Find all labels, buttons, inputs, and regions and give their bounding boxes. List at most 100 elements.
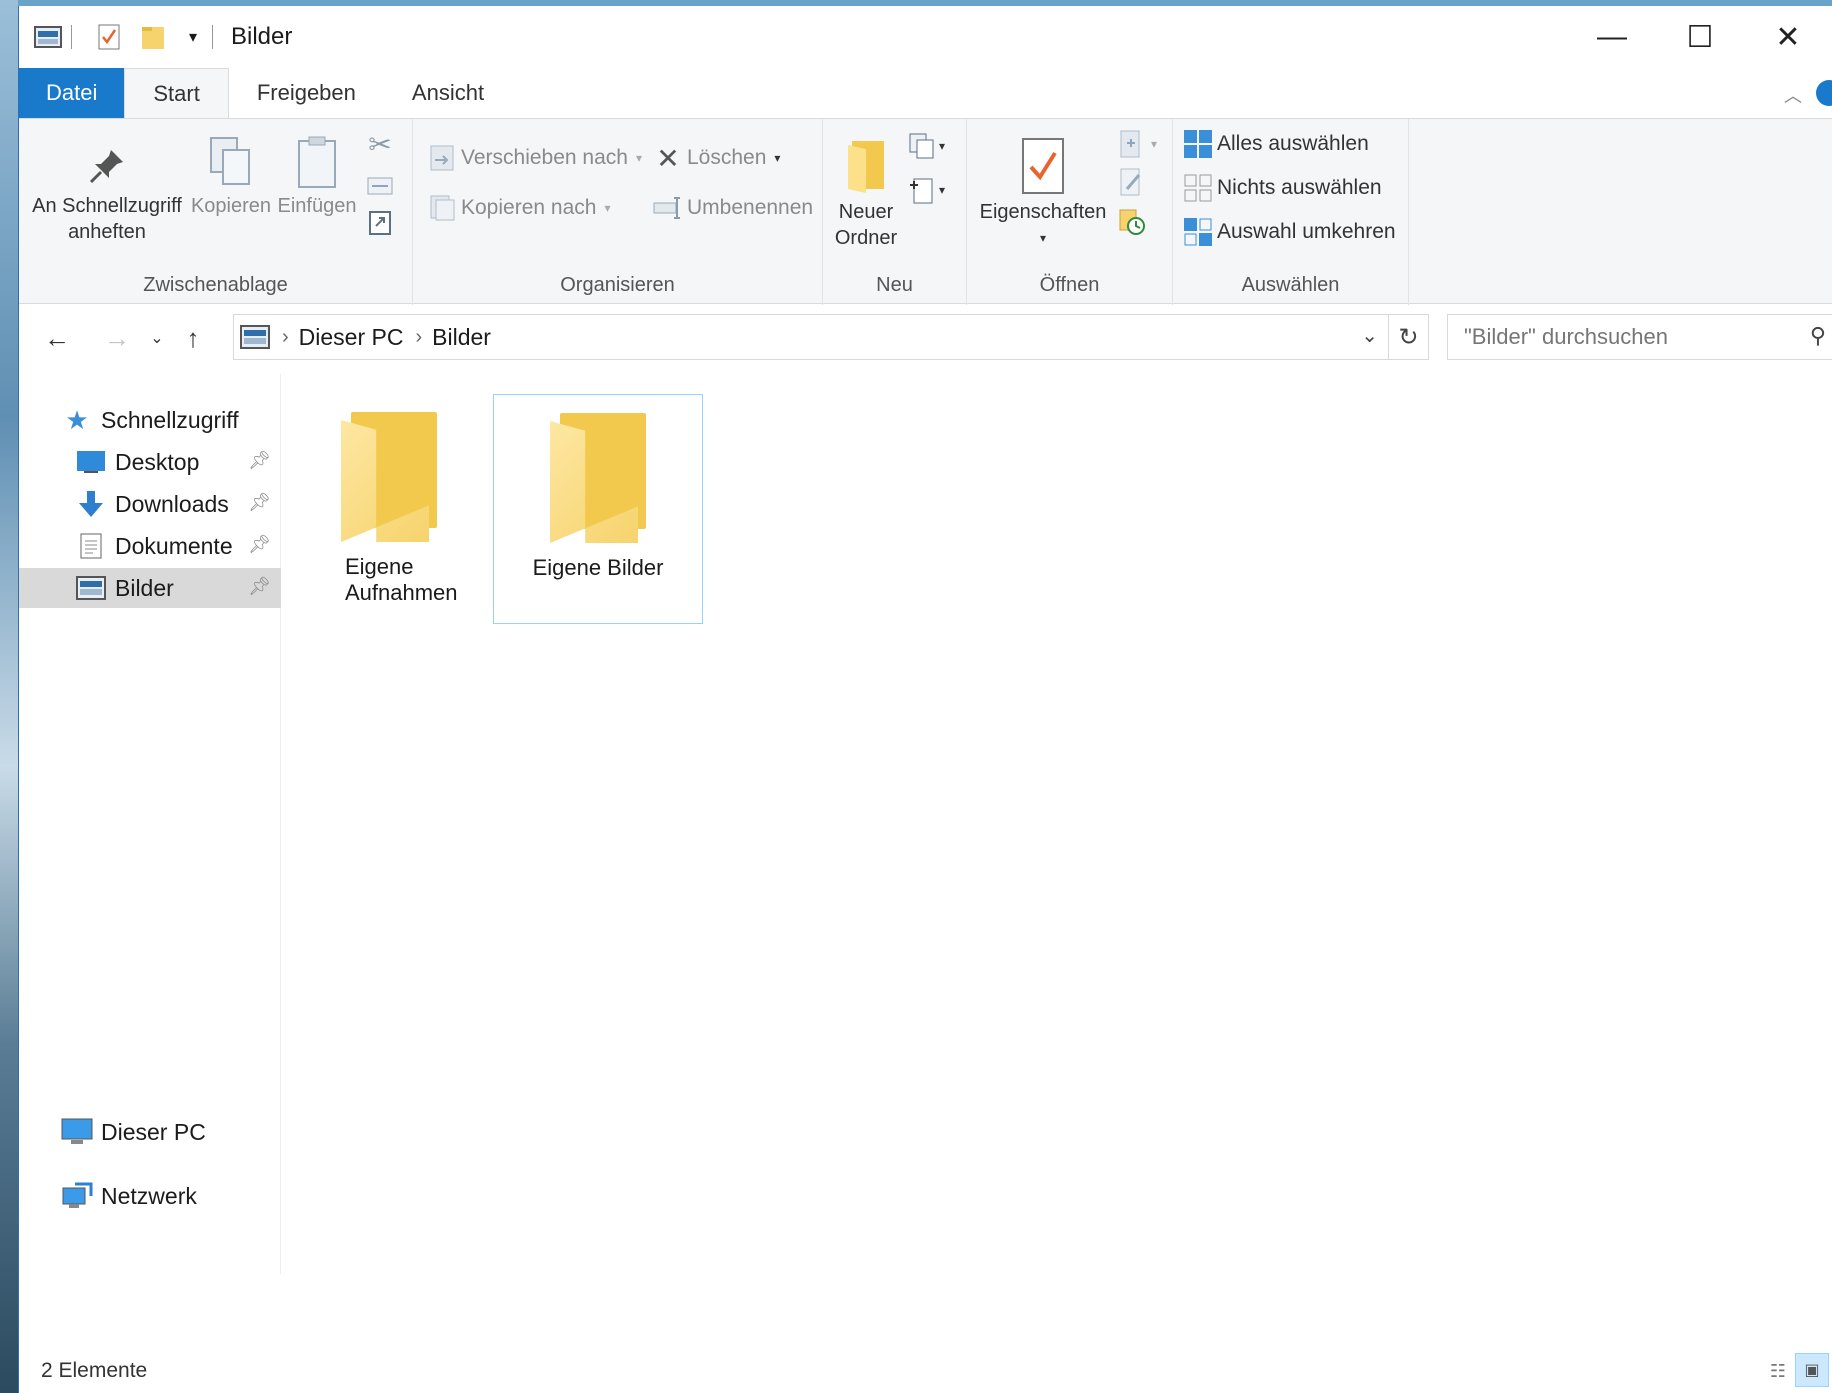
copy-icon: [189, 131, 273, 193]
open-button[interactable]: ▾: [1117, 129, 1157, 159]
title-bar: ▾ Bilder — ☐ ✕: [19, 6, 1832, 68]
move-to-icon: [427, 143, 457, 173]
nav-label: Dokumente: [115, 532, 233, 559]
large-icons-view-icon[interactable]: ▣: [1795, 1353, 1829, 1387]
new-folder-quick-icon[interactable]: [138, 22, 168, 52]
tab-datei[interactable]: Datei: [19, 68, 125, 118]
move-to-label: Verschieben nach: [461, 146, 628, 169]
new-folder-icon: [829, 133, 903, 199]
up-arrow-icon[interactable]: ↑: [175, 318, 211, 358]
back-arrow-icon[interactable]: ←: [39, 318, 75, 358]
properties-quick-icon[interactable]: [94, 22, 124, 52]
properties-icon: [973, 133, 1113, 199]
move-to-dropdown-icon: ▾: [635, 151, 642, 165]
maximize-button[interactable]: ☐: [1656, 6, 1744, 68]
copy-button[interactable]: Kopieren: [189, 131, 273, 219]
file-list: Eigene Aufnahmen Eigene Bilder: [299, 374, 1819, 1254]
paste-button[interactable]: Einfügen: [275, 131, 359, 219]
nav-label: Schnellzugriff: [101, 406, 239, 433]
history-button[interactable]: [1117, 207, 1151, 237]
breadcrumb-dieser-pc[interactable]: Dieser PC: [299, 324, 404, 351]
recent-locations-chevron-icon[interactable]: ⌄: [145, 318, 169, 358]
nav-label: Desktop: [115, 448, 200, 475]
copy-path-icon: [365, 171, 395, 201]
properties-button[interactable]: Eigenschaften ▾: [973, 133, 1113, 251]
copy-to-button[interactable]: Kopieren nach ▾: [427, 193, 610, 223]
nav-item-downloads[interactable]: Downloads 📌︎: [19, 484, 281, 524]
pin-to-quick-access-button[interactable]: An Schnellzugriff anheften: [27, 139, 187, 245]
paste-shortcut-button[interactable]: [365, 207, 399, 237]
customize-quick-access-icon[interactable]: ▾: [182, 22, 204, 52]
group-label-oeffnen: Öffnen: [1039, 274, 1100, 296]
status-bar: 2 Elemente ☷ ▣: [19, 1349, 1832, 1393]
select-none-button[interactable]: Nichts auswählen: [1183, 173, 1382, 203]
breadcrumb-bilder[interactable]: Bilder: [432, 324, 491, 351]
select-all-icon: [1183, 129, 1213, 159]
edit-button[interactable]: [1117, 167, 1151, 197]
details-view-icon[interactable]: ☷: [1763, 1357, 1793, 1385]
nav-item-schnellzugriff[interactable]: ★ Schnellzugriff: [19, 400, 281, 440]
new-item-button[interactable]: ▾: [907, 131, 945, 161]
easy-access-button[interactable]: ▾: [907, 175, 945, 205]
invert-selection-button[interactable]: Auswahl umkehren: [1183, 217, 1396, 247]
tab-ansicht[interactable]: Ansicht: [384, 68, 512, 118]
window-title: Bilder: [231, 23, 293, 50]
pin-icon[interactable]: 📌︎: [248, 534, 271, 555]
folder-item-eigene-aufnahmen[interactable]: Eigene Aufnahmen: [299, 394, 479, 620]
folder-label-line2: Aufnahmen: [345, 580, 458, 605]
ribbon-tab-bar: Datei Start Freigeben Ansicht ︿: [19, 68, 1832, 118]
nav-item-bilder[interactable]: Bilder 📌︎: [19, 568, 281, 608]
quick-access-separator: [71, 25, 72, 49]
copy-label: Kopieren: [190, 195, 272, 217]
pin-label-line2: anheften: [68, 221, 146, 243]
new-item-icon: [907, 131, 937, 161]
forward-arrow-icon[interactable]: →: [99, 318, 135, 358]
tab-freigeben[interactable]: Freigeben: [229, 68, 384, 118]
invert-selection-label: Auswahl umkehren: [1217, 220, 1396, 243]
new-folder-button[interactable]: Neuer Ordner: [829, 133, 903, 251]
nav-item-dokumente[interactable]: Dokumente 📌︎: [19, 526, 281, 566]
search-icon[interactable]: ⚲: [1810, 323, 1826, 349]
pin-icon[interactable]: 📌︎: [248, 576, 271, 597]
move-to-button[interactable]: Verschieben nach ▾: [427, 143, 642, 173]
scissors-icon: ✂: [368, 128, 392, 160]
properties-dropdown-icon: ▾: [1039, 231, 1047, 245]
rename-button[interactable]: Umbenennen: [653, 193, 813, 223]
navigation-pane: ★ Schnellzugriff Desktop 📌︎ Downloads 📌︎…: [19, 374, 281, 1274]
rename-label: Umbenennen: [687, 196, 814, 219]
search-placeholder: "Bilder" durchsuchen: [1464, 324, 1668, 349]
cut-button[interactable]: ✂: [365, 128, 399, 160]
easy-access-icon: [907, 175, 937, 205]
pin-icon[interactable]: 📌︎: [248, 492, 271, 513]
group-zwischenablage: An Schnellzugriff anheften Kopieren Einf…: [19, 119, 413, 305]
pin-icon: [27, 139, 187, 193]
copy-to-icon: [427, 193, 457, 223]
open-dropdown-icon: ▾: [1151, 137, 1158, 151]
breadcrumb-separator-icon[interactable]: ›: [282, 326, 289, 349]
folder-item-eigene-bilder[interactable]: Eigene Bilder: [493, 394, 703, 624]
help-icon[interactable]: [1816, 80, 1832, 106]
new-item-dropdown-icon: ▾: [939, 139, 946, 153]
close-button[interactable]: ✕: [1744, 6, 1832, 68]
copy-path-button[interactable]: [365, 171, 399, 201]
nav-item-netzwerk[interactable]: Netzwerk: [19, 1176, 281, 1216]
delete-button[interactable]: ✕ Löschen ▾: [653, 143, 780, 174]
easy-access-dropdown-icon: ▾: [939, 183, 946, 197]
window-icon[interactable]: [33, 22, 63, 52]
pin-icon[interactable]: 📌︎: [248, 450, 271, 471]
minimize-button[interactable]: —: [1568, 6, 1656, 68]
desktop-background: [0, 0, 18, 1393]
properties-label: Eigenschaften: [979, 201, 1107, 223]
tab-start[interactable]: Start: [124, 68, 229, 118]
refresh-icon[interactable]: ↻: [1389, 314, 1429, 360]
collapse-ribbon-icon[interactable]: ︿: [1784, 82, 1802, 108]
breadcrumb-separator-icon[interactable]: ›: [415, 326, 422, 349]
address-dropdown-chevron-icon[interactable]: ⌄: [1361, 323, 1378, 348]
desktop-icon: [75, 446, 107, 478]
search-input[interactable]: "Bilder" durchsuchen ⚲: [1447, 314, 1832, 360]
network-icon: [61, 1180, 93, 1212]
nav-item-dieser-pc[interactable]: Dieser PC: [19, 1112, 281, 1152]
address-bar[interactable]: › Dieser PC › Bilder ⌄: [233, 314, 1389, 360]
select-all-button[interactable]: Alles auswählen: [1183, 129, 1369, 159]
nav-item-desktop[interactable]: Desktop 📌︎: [19, 442, 281, 482]
